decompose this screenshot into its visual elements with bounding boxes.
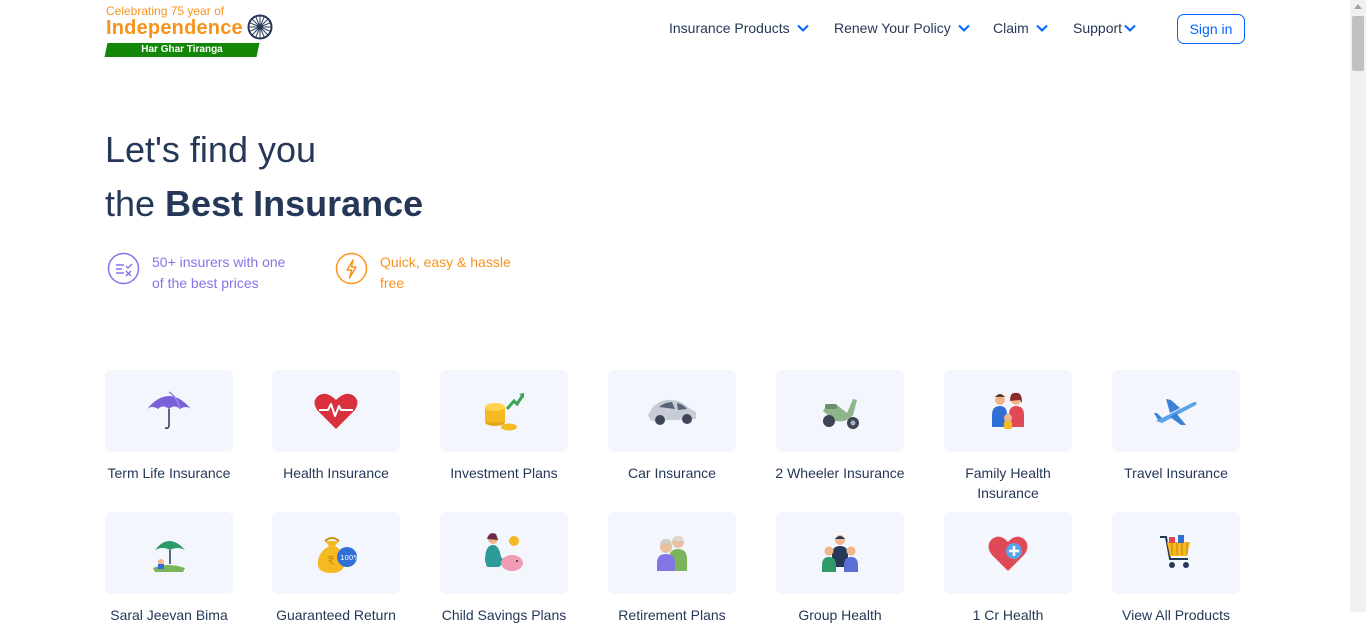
airplane-icon	[1154, 399, 1197, 425]
product-car-label: Car Insurance	[628, 465, 716, 481]
chevron-down-icon	[1036, 24, 1048, 32]
product-1cr-health-label: 1 Cr Health	[972, 607, 1044, 623]
product-child-savings-label: Child Savings Plans	[441, 607, 567, 623]
hero-heading-line2: the Best Insurance	[105, 183, 423, 225]
product-travel-card[interactable]	[1112, 370, 1240, 452]
nav-support-label: Support	[1073, 20, 1123, 36]
nav-support[interactable]: Support	[1073, 17, 1136, 39]
product-saral-jeevan-card[interactable]	[105, 512, 233, 594]
product-saral-jeevan-label: Saral Jeevan Bima	[110, 607, 228, 623]
product-view-all-label: View All Products	[1122, 607, 1230, 623]
chevron-down-icon	[1124, 24, 1136, 32]
product-term-life-card[interactable]	[105, 370, 233, 452]
nav-claim[interactable]: Claim	[993, 17, 1048, 39]
product-investment-card[interactable]	[440, 370, 568, 452]
product-travel[interactable]: Travel Insurance	[1112, 370, 1240, 483]
product-retirement-card[interactable]	[608, 512, 736, 594]
lightning-icon	[335, 252, 368, 285]
product-guaranteed-return-label: Guaranteed Return	[276, 607, 396, 623]
product-term-life-label: Term Life Insurance	[107, 465, 231, 481]
cart-icon	[1160, 535, 1190, 568]
nav-insurance-products[interactable]: Insurance Products	[669, 17, 809, 39]
page-scrollbar[interactable]	[1350, 0, 1366, 612]
independence-logo[interactable]: Celebrating 75 year of Independence Har …	[104, 4, 274, 60]
product-health-label: Health Insurance	[283, 465, 389, 481]
umbrella-icon	[147, 391, 191, 429]
product-term-life[interactable]: Term Life Insurance	[105, 370, 233, 483]
product-group-health-card[interactable]	[776, 512, 904, 594]
chevron-down-icon	[796, 24, 809, 32]
nav-insurance-products-label: Insurance Products	[669, 20, 790, 36]
feature-insurers-text: 50+ insurers with one of the best prices	[152, 254, 286, 291]
feature-quick: Quick, easy & hassle free	[335, 252, 520, 294]
scrollbar-thumb[interactable]	[1352, 16, 1364, 71]
product-health[interactable]: Health Insurance	[272, 370, 400, 483]
product-group-health[interactable]: Group Health	[776, 512, 904, 625]
hero-heading-prefix: the	[105, 183, 166, 224]
product-car-card[interactable]	[608, 370, 736, 452]
heart-pulse-icon	[314, 393, 358, 429]
coins-growth-icon	[485, 393, 525, 431]
group-icon	[822, 535, 858, 572]
hero-heading-line1: Let's find you	[105, 129, 317, 170]
nav-renew-policy[interactable]: Renew Your Policy	[834, 17, 970, 39]
elderly-couple-icon	[657, 536, 687, 571]
product-family-health-card[interactable]	[944, 370, 1072, 452]
product-retirement-label: Retirement Plans	[618, 607, 726, 623]
product-investment[interactable]: Investment Plans	[440, 370, 568, 483]
sign-in-button[interactable]: Sign in	[1177, 14, 1245, 44]
product-guaranteed-return[interactable]: ₹ 100% Guaranteed Return	[272, 512, 400, 625]
product-group-health-label: Group Health	[798, 607, 882, 623]
product-two-wheeler[interactable]: 2 Wheeler Insurance	[775, 370, 905, 483]
car-icon	[648, 399, 696, 425]
product-view-all[interactable]: View All Products	[1112, 512, 1240, 625]
product-travel-label: Travel Insurance	[1124, 465, 1228, 481]
scroll-up-arrow-icon[interactable]	[1354, 4, 1362, 9]
feature-insurers: 50+ insurers with one of the best prices	[107, 252, 292, 294]
product-two-wheeler-label: 2 Wheeler Insurance	[775, 465, 905, 481]
chevron-down-icon	[958, 24, 970, 32]
money-bag-icon: ₹ 100%	[317, 537, 359, 573]
svg-text:₹: ₹	[327, 554, 335, 568]
product-family-health[interactable]: Family Health Insurance	[944, 370, 1072, 503]
logo-band-text: Har Ghar Tiranga	[141, 44, 223, 55]
product-saral-jeevan[interactable]: Saral Jeevan Bima	[105, 512, 233, 625]
product-guaranteed-return-card[interactable]: ₹ 100%	[272, 512, 400, 594]
product-investment-label: Investment Plans	[450, 465, 558, 481]
hero-heading-bold: Best Insurance	[165, 183, 424, 224]
plant-umbrella-icon	[153, 541, 185, 572]
product-view-all-card[interactable]	[1112, 512, 1240, 594]
product-two-wheeler-card[interactable]	[776, 370, 904, 452]
ashoka-chakra-icon	[247, 14, 273, 40]
product-retirement[interactable]: Retirement Plans	[608, 512, 736, 625]
product-car[interactable]: Car Insurance	[608, 370, 736, 483]
product-family-health-label: Family Health Insurance	[965, 465, 1051, 501]
site-header: Celebrating 75 year of Independence Har …	[0, 0, 1350, 60]
nav-claim-label: Claim	[993, 20, 1029, 36]
heart-plus-icon	[988, 536, 1028, 571]
feature-quick-text: Quick, easy & hassle free	[380, 254, 511, 291]
piggy-bank-icon	[485, 533, 523, 571]
logo-tagline: Celebrating 75 year of	[106, 4, 225, 18]
family-icon	[992, 392, 1024, 429]
logo-title: Independence	[106, 17, 243, 39]
product-health-card[interactable]	[272, 370, 400, 452]
product-child-savings[interactable]: Child Savings Plans	[440, 512, 568, 625]
product-1cr-health[interactable]: 1 Cr Health	[944, 512, 1072, 625]
svg-text:100%: 100%	[340, 554, 359, 562]
product-1cr-health-card[interactable]	[944, 512, 1072, 594]
nav-renew-policy-label: Renew Your Policy	[834, 20, 951, 36]
product-child-savings-card[interactable]	[440, 512, 568, 594]
compare-icon	[107, 252, 140, 285]
scooter-icon	[823, 399, 859, 429]
logo-band: Har Ghar Tiranga	[104, 43, 260, 57]
